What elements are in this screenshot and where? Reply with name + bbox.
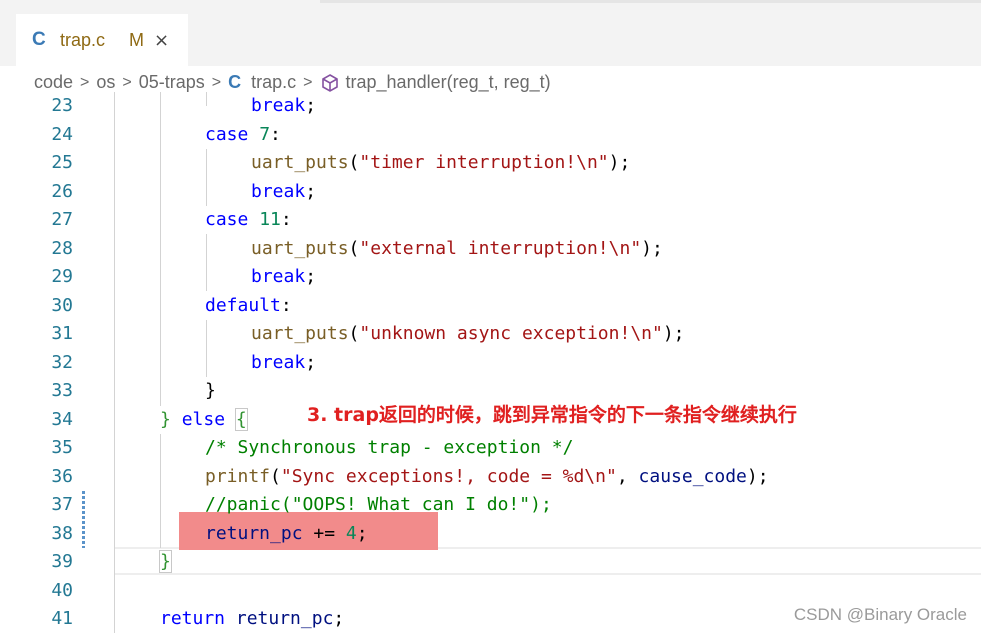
indent-guide xyxy=(206,149,207,206)
keyword-case: case xyxy=(205,209,249,230)
code-line: case 11: xyxy=(205,209,292,230)
number-literal: 7 xyxy=(259,123,271,145)
keyword-break: break xyxy=(251,180,306,202)
c-file-icon: C xyxy=(228,72,242,92)
line-number: 32 xyxy=(51,351,73,373)
string-literal: "external interruption!\n" xyxy=(359,237,642,259)
number-literal: 4 xyxy=(345,522,357,544)
code-line: uart_puts("external interruption!\n"); xyxy=(251,237,663,259)
indent-guide xyxy=(206,320,207,377)
keyword-case: case xyxy=(205,123,249,145)
c-file-icon: C xyxy=(32,29,46,50)
line-number: 33 xyxy=(51,380,73,401)
code-line: return return_pc; xyxy=(160,608,345,629)
function-call: uart_puts xyxy=(251,323,349,344)
function-call: printf xyxy=(205,465,271,487)
code-line: } xyxy=(205,380,216,401)
code-line: printf("Sync exceptions!, code = %d\n", … xyxy=(205,465,769,487)
keyword-else: else xyxy=(181,408,226,430)
keyword-return: return xyxy=(160,608,226,629)
line-number: 30 xyxy=(51,294,73,316)
line-number: 40 xyxy=(51,579,73,601)
chevron-right-icon: > xyxy=(303,73,313,91)
code-line: default: xyxy=(205,294,292,316)
code-line: break; xyxy=(251,351,317,373)
line-number: 26 xyxy=(51,180,73,202)
code-line: break; xyxy=(251,180,317,202)
code-line: case 7: xyxy=(205,123,281,145)
variable: return_pc xyxy=(205,522,303,544)
code-line: /* Synchronous trap - exception */ xyxy=(205,434,573,463)
chevron-right-icon: > xyxy=(122,73,132,91)
breadcrumb-item-os[interactable]: os xyxy=(96,72,115,93)
function-call: uart_puts xyxy=(251,152,349,173)
indent-guide xyxy=(160,92,161,406)
line-number: 37 xyxy=(51,494,73,515)
string-literal: "timer interruption!\n" xyxy=(359,152,609,173)
indent-guide xyxy=(206,234,207,291)
line-number: 39 xyxy=(51,551,73,572)
line-number: 41 xyxy=(51,608,73,629)
chevron-right-icon: > xyxy=(80,73,90,91)
tab-filename: trap.c xyxy=(60,29,106,50)
tab-bar-border xyxy=(320,0,981,3)
method-cube-icon xyxy=(320,73,340,93)
code-line: return_pc += 4; xyxy=(205,522,368,544)
line-number: 24 xyxy=(51,123,73,145)
watermark: CSDN @Binary Oracle xyxy=(793,605,967,624)
code-editor[interactable]: 23 24 25 26 27 28 29 30 31 32 33 34 35 3… xyxy=(0,92,981,633)
keyword-break: break xyxy=(251,351,306,373)
line-number: 34 xyxy=(51,408,73,430)
line-number: 38 xyxy=(51,522,73,544)
variable: return_pc xyxy=(235,608,334,629)
line-number: 28 xyxy=(51,237,73,259)
code-line: } else { xyxy=(160,407,248,431)
tab-trap-c[interactable]: C trap.c M × xyxy=(16,14,188,66)
line-number: 27 xyxy=(51,209,73,230)
code-comment: /* Synchronous trap - exception */ xyxy=(205,437,574,458)
line-number: 25 xyxy=(51,152,73,173)
tab-bar: C trap.c M × xyxy=(0,0,981,66)
line-number: 23 xyxy=(51,95,73,116)
code-line: } xyxy=(159,550,172,573)
line-number: 31 xyxy=(51,323,73,344)
current-line-highlight xyxy=(114,547,981,575)
close-icon[interactable]: × xyxy=(154,30,169,51)
string-literal: "unknown async exception!\n" xyxy=(359,323,663,344)
keyword-default: default xyxy=(205,294,281,316)
number-literal: 11 xyxy=(259,209,281,230)
indent-guide xyxy=(114,92,115,633)
code-line: break; xyxy=(251,266,317,287)
indent-guide xyxy=(206,92,207,106)
indent-guide xyxy=(160,434,161,548)
breadcrumb-item-file[interactable]: trap.c xyxy=(251,72,296,93)
breadcrumb-item-symbol[interactable]: trap_handler(reg_t, reg_t) xyxy=(346,72,551,93)
keyword-break: break xyxy=(251,95,306,116)
string-literal: "Sync exceptions!, code = %d\n" xyxy=(280,465,617,487)
function-call: uart_puts xyxy=(251,237,349,259)
code-line: //panic("OOPS! What can I do!"); xyxy=(205,491,552,520)
annotation-text: 3. trap返回的时候，跳到异常指令的下一条指令继续执行 xyxy=(307,404,797,426)
code-line: uart_puts("timer interruption!\n"); xyxy=(251,152,631,173)
code-line: break; xyxy=(251,95,317,116)
breadcrumb-item-code[interactable]: code xyxy=(34,72,73,93)
breadcrumb-item-05-traps[interactable]: 05-traps xyxy=(139,72,205,93)
chevron-right-icon: > xyxy=(211,73,222,91)
git-modified-gutter xyxy=(82,491,85,548)
line-number: 36 xyxy=(51,465,73,487)
line-number: 35 xyxy=(51,437,73,458)
code-line: uart_puts("unknown async exception!\n"); xyxy=(251,323,685,344)
modified-badge: M xyxy=(129,29,145,50)
variable: cause_code xyxy=(638,465,747,487)
line-number: 29 xyxy=(51,266,73,287)
keyword-break: break xyxy=(251,266,306,287)
code-comment: //panic("OOPS! What can I do!"); xyxy=(205,494,552,515)
